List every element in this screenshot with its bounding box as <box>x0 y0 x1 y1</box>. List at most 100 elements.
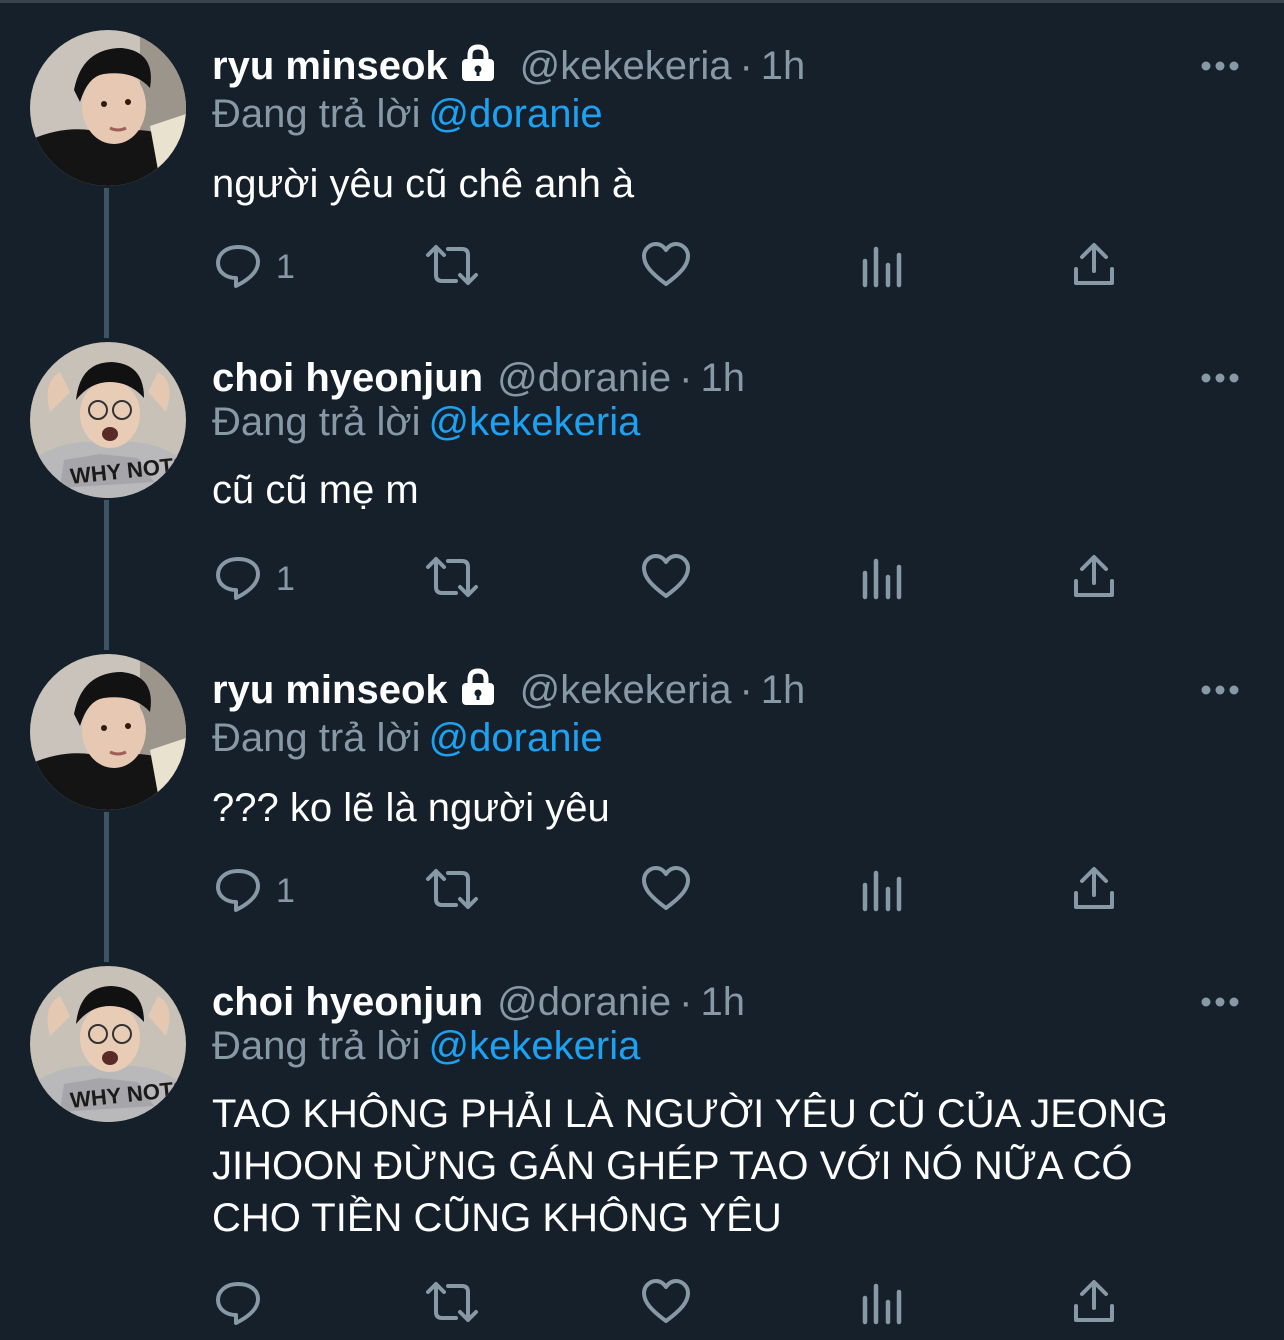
retweet-button[interactable] <box>424 863 480 919</box>
like-button[interactable] <box>641 239 691 295</box>
top-divider <box>0 0 1284 3</box>
user-handle[interactable]: @doranie <box>497 356 671 400</box>
tweet-text: ??? ko lẽ là người yêu <box>212 786 610 830</box>
tweet-header: choi hyeonjun @doranie · 1h <box>212 354 745 402</box>
user-handle[interactable]: @kekekeria <box>520 44 732 88</box>
share-button[interactable] <box>1072 239 1116 295</box>
avatar-image: WHY NOT?! <box>30 342 186 498</box>
like-button[interactable] <box>641 1276 691 1332</box>
reply-count: 1 <box>276 559 295 598</box>
retweet-button[interactable] <box>424 1276 480 1332</box>
retweet-button[interactable] <box>424 551 480 607</box>
reply-icon <box>214 553 262 606</box>
user-handle[interactable]: @doranie <box>497 980 671 1024</box>
retweet-icon <box>424 553 480 606</box>
share-icon <box>1072 1278 1116 1331</box>
reply-mention-link[interactable]: @doranie <box>429 92 603 136</box>
tweet-actions: 1 <box>0 239 1284 295</box>
heart-icon <box>641 553 691 606</box>
separator-dot: · <box>739 668 753 712</box>
reply-mention-link[interactable]: @doranie <box>429 716 603 760</box>
replying-to: Đang trả lời @kekekeria <box>212 1022 640 1070</box>
reply-mention-link[interactable]: @kekekeria <box>429 400 641 444</box>
heart-icon <box>641 241 691 294</box>
analytics-icon <box>860 865 904 918</box>
timestamp[interactable]: 1h <box>701 980 746 1024</box>
analytics-button[interactable] <box>860 1276 904 1332</box>
tweet-text: cũ cũ mẹ m <box>212 468 419 512</box>
share-button[interactable] <box>1072 551 1116 607</box>
avatar[interactable]: WHY NOT?! <box>30 342 186 498</box>
analytics-button[interactable] <box>860 239 904 295</box>
heart-icon <box>641 865 691 918</box>
reply-count: 1 <box>276 871 295 910</box>
replying-to-label: Đang trả lời <box>212 1024 421 1068</box>
analytics-button[interactable] <box>860 863 904 919</box>
replying-to-label: Đang trả lời <box>212 92 421 136</box>
avatar-image <box>30 30 186 186</box>
display-name[interactable]: ryu minseok <box>212 668 448 712</box>
reply-button[interactable]: 1 <box>214 239 295 295</box>
tweet[interactable]: WHY NOT?! choi hyeonjun @doranie · 1h Đang … <box>0 960 1284 1340</box>
tweet-actions <box>0 1276 1284 1332</box>
replying-to: Đang trả lời @doranie <box>212 714 603 762</box>
timestamp[interactable]: 1h <box>761 44 806 88</box>
more-options-icon[interactable] <box>1198 56 1242 76</box>
reply-button[interactable]: 1 <box>214 863 295 919</box>
avatar[interactable]: WHY NOT?! <box>30 966 186 1122</box>
tweet[interactable]: ryu minseok @kekekeria · 1h Đang trả lời @do… <box>0 24 1284 324</box>
tweet[interactable]: WHY NOT?! choi hyeonjun @doranie · 1h Đang … <box>0 336 1284 636</box>
share-icon <box>1072 241 1116 294</box>
separator-dot: · <box>679 980 693 1024</box>
analytics-icon <box>860 241 904 294</box>
timestamp[interactable]: 1h <box>701 356 746 400</box>
avatar-image <box>30 654 186 810</box>
tweet-actions: 1 <box>0 863 1284 919</box>
tweet[interactable]: ryu minseok @kekekeria · 1h Đang trả lời @do… <box>0 648 1284 948</box>
tweet-text: người yêu cũ chê anh à <box>212 162 635 206</box>
reply-button[interactable] <box>214 1276 276 1332</box>
more-options-icon[interactable] <box>1198 992 1242 1012</box>
retweet-icon <box>424 865 480 918</box>
share-button[interactable] <box>1072 1276 1116 1332</box>
tweet-actions: 1 <box>0 551 1284 607</box>
analytics-button[interactable] <box>860 551 904 607</box>
tweet-header: ryu minseok @kekekeria · 1h <box>212 42 805 94</box>
tweet-header: choi hyeonjun @doranie · 1h <box>212 978 745 1026</box>
tweet-header: ryu minseok @kekekeria · 1h <box>212 666 805 718</box>
lock-icon <box>458 667 498 718</box>
retweet-button[interactable] <box>424 239 480 295</box>
reply-button[interactable]: 1 <box>214 551 295 607</box>
more-options-icon[interactable] <box>1198 680 1242 700</box>
reply-icon <box>214 241 262 294</box>
avatar-image: WHY NOT?! <box>30 966 186 1122</box>
replying-to: Đang trả lời @doranie <box>212 90 603 138</box>
avatar[interactable] <box>30 30 186 186</box>
replying-to-label: Đang trả lời <box>212 716 421 760</box>
avatar[interactable] <box>30 654 186 810</box>
retweet-icon <box>424 241 480 294</box>
tweet-text: TAO KHÔNG PHẢI LÀ NGƯỜI YÊU CŨ CỦA JEONG… <box>212 1092 1169 1240</box>
timestamp[interactable]: 1h <box>761 668 806 712</box>
share-button[interactable] <box>1072 863 1116 919</box>
more-options-icon[interactable] <box>1198 368 1242 388</box>
reply-count: 1 <box>276 247 295 286</box>
user-handle[interactable]: @kekekeria <box>520 668 732 712</box>
share-icon <box>1072 865 1116 918</box>
lock-icon <box>458 43 498 94</box>
like-button[interactable] <box>641 863 691 919</box>
display-name[interactable]: choi hyeonjun <box>212 356 483 400</box>
separator-dot: · <box>679 356 693 400</box>
reply-icon <box>214 865 262 918</box>
analytics-icon <box>860 1278 904 1331</box>
share-icon <box>1072 553 1116 606</box>
display-name[interactable]: choi hyeonjun <box>212 980 483 1024</box>
heart-icon <box>641 1278 691 1331</box>
retweet-icon <box>424 1278 480 1331</box>
display-name[interactable]: ryu minseok <box>212 44 448 88</box>
reply-icon <box>214 1278 262 1331</box>
reply-mention-link[interactable]: @kekekeria <box>429 1024 641 1068</box>
replying-to-label: Đang trả lời <box>212 400 421 444</box>
replying-to: Đang trả lời @kekekeria <box>212 398 640 446</box>
like-button[interactable] <box>641 551 691 607</box>
